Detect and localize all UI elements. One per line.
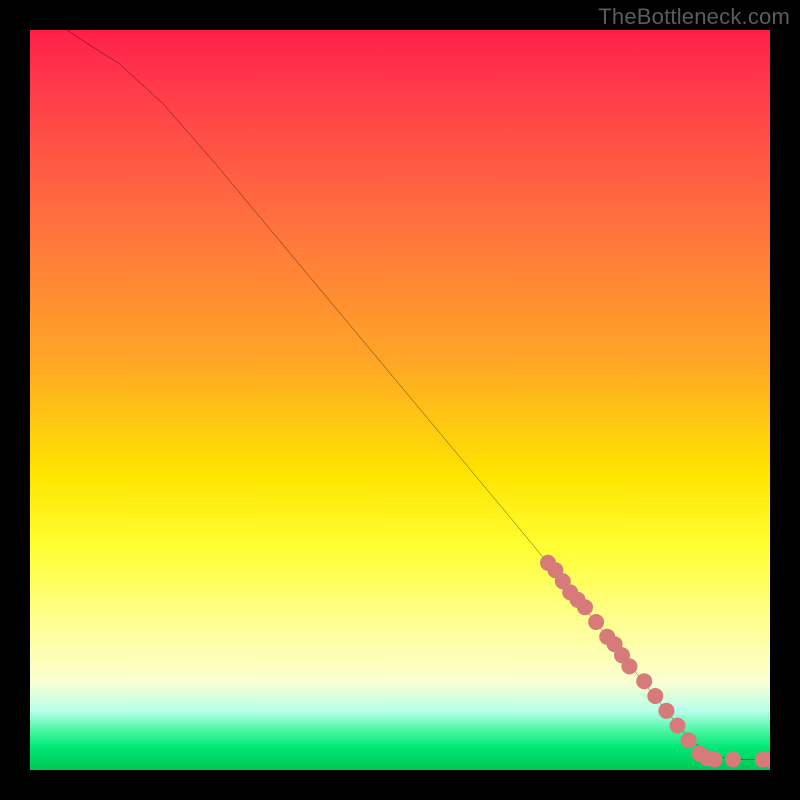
data-markers	[540, 555, 770, 768]
data-marker	[621, 658, 637, 674]
data-marker	[647, 688, 663, 704]
data-marker	[707, 752, 723, 768]
chart-frame: TheBottleneck.com	[0, 0, 800, 800]
watermark-text: TheBottleneck.com	[598, 4, 790, 30]
data-marker	[670, 718, 686, 734]
data-marker	[725, 752, 741, 768]
data-marker	[588, 614, 604, 630]
plot-area	[30, 30, 770, 770]
chart-svg	[30, 30, 770, 770]
data-marker	[577, 599, 593, 615]
data-marker	[636, 673, 652, 689]
data-marker	[681, 732, 697, 748]
data-marker	[658, 703, 674, 719]
bottleneck-curve	[67, 30, 770, 760]
